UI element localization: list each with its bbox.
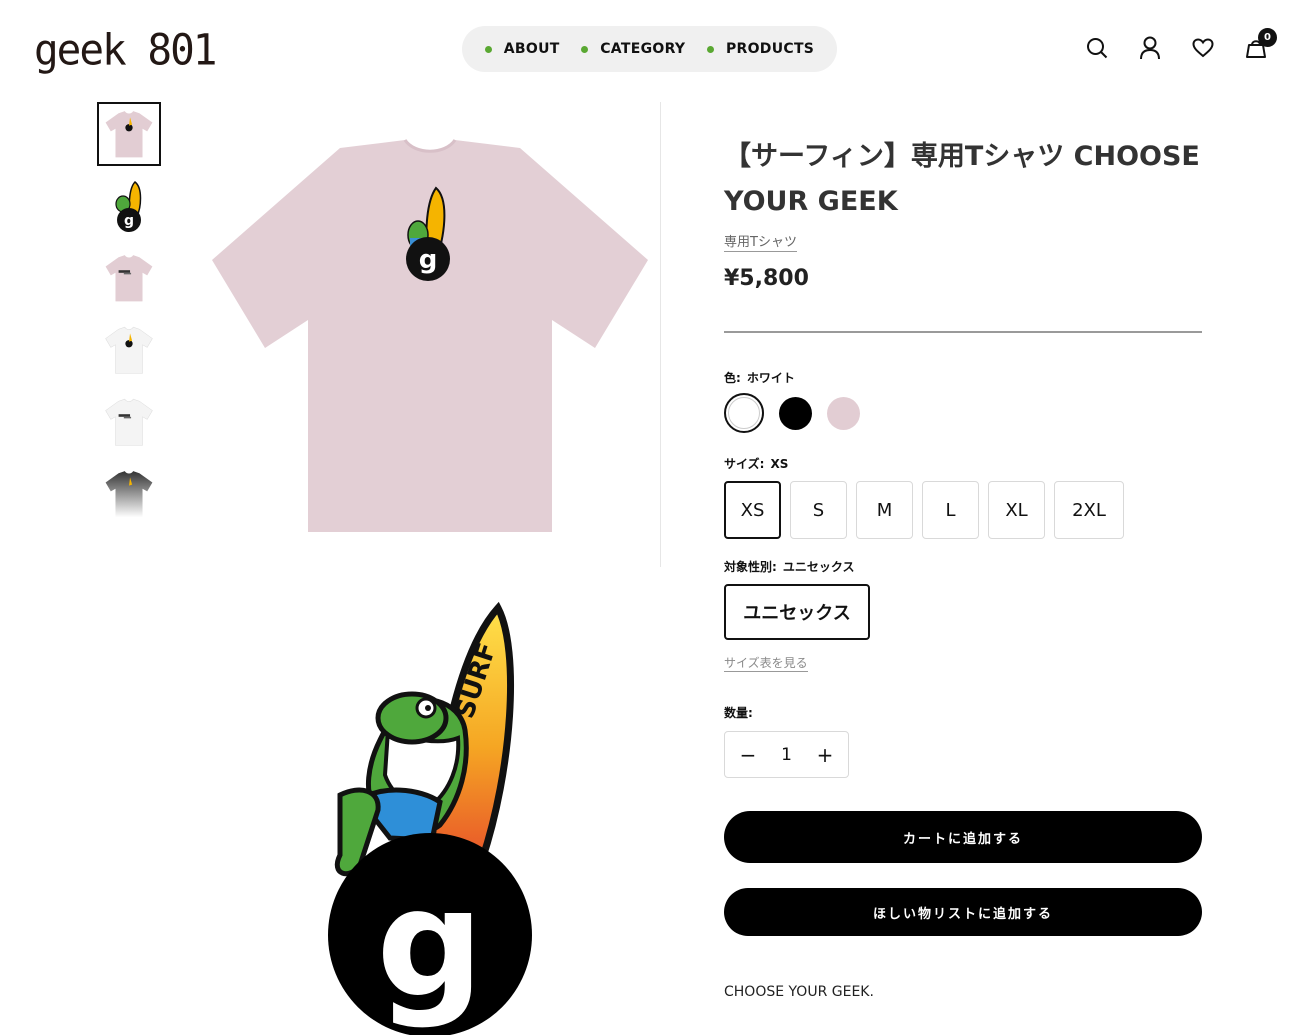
quantity-label: 数量: bbox=[724, 706, 753, 720]
product-description: CHOOSE YOUR GEEK. bbox=[724, 984, 874, 1000]
gender-selected-value: ユニセックス bbox=[782, 560, 855, 574]
thumbnail-2[interactable]: g bbox=[97, 174, 161, 238]
size-label-text: サイズ: bbox=[724, 457, 765, 471]
svg-text:g: g bbox=[376, 857, 483, 1031]
search-icon[interactable] bbox=[1086, 36, 1108, 60]
product-detail-image[interactable]: SURF g bbox=[300, 590, 560, 1035]
user-icon[interactable] bbox=[1139, 36, 1161, 60]
product-main-image[interactable]: g bbox=[200, 110, 660, 550]
color-swatch-black[interactable] bbox=[779, 397, 812, 430]
site-logo[interactable]: geek 801 bbox=[34, 25, 217, 75]
color-label-text: 色: bbox=[724, 371, 741, 385]
gender-label-text: 対象性別: bbox=[724, 560, 777, 574]
color-swatch-white[interactable] bbox=[724, 393, 764, 433]
size-m-button[interactable]: M bbox=[856, 481, 913, 539]
minus-icon[interactable]: − bbox=[739, 743, 757, 767]
gender-unisex-button[interactable]: ユニセックス bbox=[724, 584, 870, 640]
quantity-stepper: − + bbox=[724, 731, 849, 778]
site-header: geek 801 ABOUT CATEGORY PRODUCTS 0 bbox=[0, 0, 1303, 100]
nav-dot bbox=[706, 45, 714, 53]
quantity-input[interactable] bbox=[766, 744, 807, 765]
add-to-wishlist-button[interactable]: ほしい物リストに追加する bbox=[724, 888, 1202, 936]
product-price: ¥5,800 bbox=[724, 266, 809, 291]
svg-text:g: g bbox=[124, 213, 134, 229]
thumbnail-6[interactable] bbox=[97, 462, 161, 526]
add-to-cart-button[interactable]: カートに追加する bbox=[724, 811, 1202, 863]
image-divider bbox=[660, 102, 661, 567]
heart-icon[interactable] bbox=[1192, 36, 1214, 60]
nav-category-label: CATEGORY bbox=[600, 41, 686, 57]
thumbnail-1[interactable] bbox=[97, 102, 161, 166]
color-swatch-pink[interactable] bbox=[827, 397, 860, 430]
nav-dot bbox=[484, 45, 492, 53]
swatch-inner bbox=[728, 397, 760, 429]
cart-icon[interactable]: 0 bbox=[1245, 28, 1277, 60]
nav-category[interactable]: CATEGORY bbox=[581, 41, 685, 57]
svg-text:g: g bbox=[419, 245, 438, 275]
nav-dot bbox=[581, 45, 589, 53]
header-actions: 0 bbox=[1086, 28, 1277, 60]
size-l-button[interactable]: L bbox=[922, 481, 979, 539]
color-selected-value: ホワイト bbox=[746, 371, 795, 385]
product-type-link[interactable]: 専用Tシャツ bbox=[724, 231, 797, 252]
nav-about-label: ABOUT bbox=[503, 41, 560, 57]
gender-option-label: 対象性別: ユニセックス bbox=[724, 558, 854, 575]
nav-products[interactable]: PRODUCTS bbox=[706, 41, 815, 57]
thumbnail-5[interactable] bbox=[97, 390, 161, 454]
size-chart-link[interactable]: サイズ表を見る bbox=[724, 654, 808, 672]
size-option-label: サイズ: XS bbox=[724, 455, 788, 472]
size-s-button[interactable]: S bbox=[790, 481, 847, 539]
main-nav: ABOUT CATEGORY PRODUCTS bbox=[462, 26, 837, 72]
divider bbox=[724, 331, 1202, 333]
nav-products-label: PRODUCTS bbox=[725, 41, 815, 57]
thumbnail-list: g bbox=[97, 102, 161, 534]
thumbnail-3[interactable] bbox=[97, 246, 161, 310]
plus-icon[interactable]: + bbox=[816, 743, 834, 767]
size-selected-value: XS bbox=[770, 457, 789, 471]
color-swatches bbox=[724, 393, 860, 433]
nav-about[interactable]: ABOUT bbox=[484, 41, 560, 57]
thumbnail-4[interactable] bbox=[97, 318, 161, 382]
product-title: 【サーフィン】専用Tシャツ CHOOSE YOUR GEEK bbox=[724, 141, 1200, 217]
size-xl-button[interactable]: XL bbox=[988, 481, 1045, 539]
size-xs-button[interactable]: XS bbox=[724, 481, 781, 539]
size-2xl-button[interactable]: 2XL bbox=[1054, 481, 1124, 539]
cart-count-badge: 0 bbox=[1258, 28, 1277, 47]
color-option-label: 色: ホワイト bbox=[724, 369, 795, 386]
size-options: XS S M L XL 2XL bbox=[724, 481, 1124, 539]
